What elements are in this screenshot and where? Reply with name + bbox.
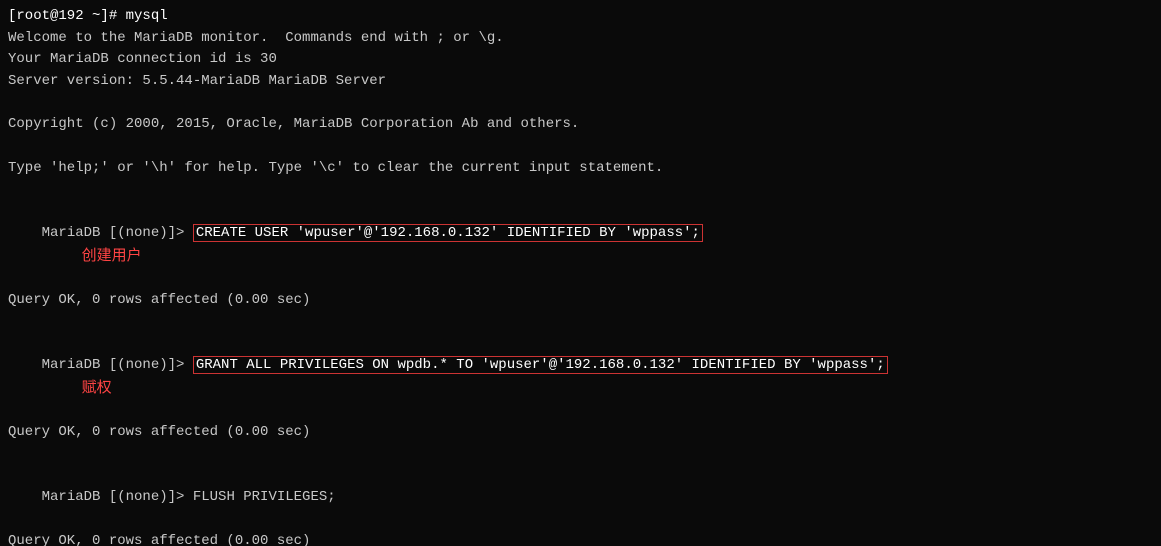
line-connection: Your MariaDB connection id is 30 (8, 49, 1153, 71)
line-mysql-start: [root@192 ~]# mysql (8, 6, 1153, 28)
line-copyright: Copyright (c) 2000, 2015, Oracle, MariaD… (8, 114, 1153, 136)
terminal-window: [root@192 ~]# mysql Welcome to the Maria… (0, 0, 1161, 546)
line-blank-3 (8, 180, 1153, 202)
line-server-version: Server version: 5.5.44-MariaDB MariaDB S… (8, 71, 1153, 93)
line-blank-1 (8, 93, 1153, 115)
line-query-ok-2: Query OK, 0 rows affected (0.00 sec) (8, 422, 1153, 444)
prompt-grant: MariaDB [(none)]> (42, 357, 193, 373)
line-query-ok-3: Query OK, 0 rows affected (0.00 sec) (8, 531, 1153, 546)
annotation-grant: 赋权 (82, 380, 112, 397)
create-user-cmd: CREATE USER 'wpuser'@'192.168.0.132' IDE… (193, 224, 703, 242)
line-blank-4 (8, 312, 1153, 334)
prompt-create-user: MariaDB [(none)]> (42, 225, 193, 241)
line-create-user: MariaDB [(none)]> CREATE USER 'wpuser'@'… (8, 201, 1153, 290)
line-query-ok-1: Query OK, 0 rows affected (0.00 sec) (8, 290, 1153, 312)
line-grant: MariaDB [(none)]> GRANT ALL PRIVILEGES O… (8, 333, 1153, 422)
prompt-flush: MariaDB [(none)]> (42, 489, 193, 505)
line-flush: MariaDB [(none)]> FLUSH PRIVILEGES; (8, 465, 1153, 530)
line-welcome: Welcome to the MariaDB monitor. Commands… (8, 28, 1153, 50)
line-blank-2 (8, 136, 1153, 158)
flush-cmd: FLUSH PRIVILEGES; (193, 489, 336, 505)
annotation-create-user: 创建用户 (82, 248, 142, 265)
grant-cmd: GRANT ALL PRIVILEGES ON wpdb.* TO 'wpuse… (193, 356, 888, 374)
line-help: Type 'help;' or '\h' for help. Type '\c'… (8, 158, 1153, 180)
line-blank-5 (8, 444, 1153, 466)
